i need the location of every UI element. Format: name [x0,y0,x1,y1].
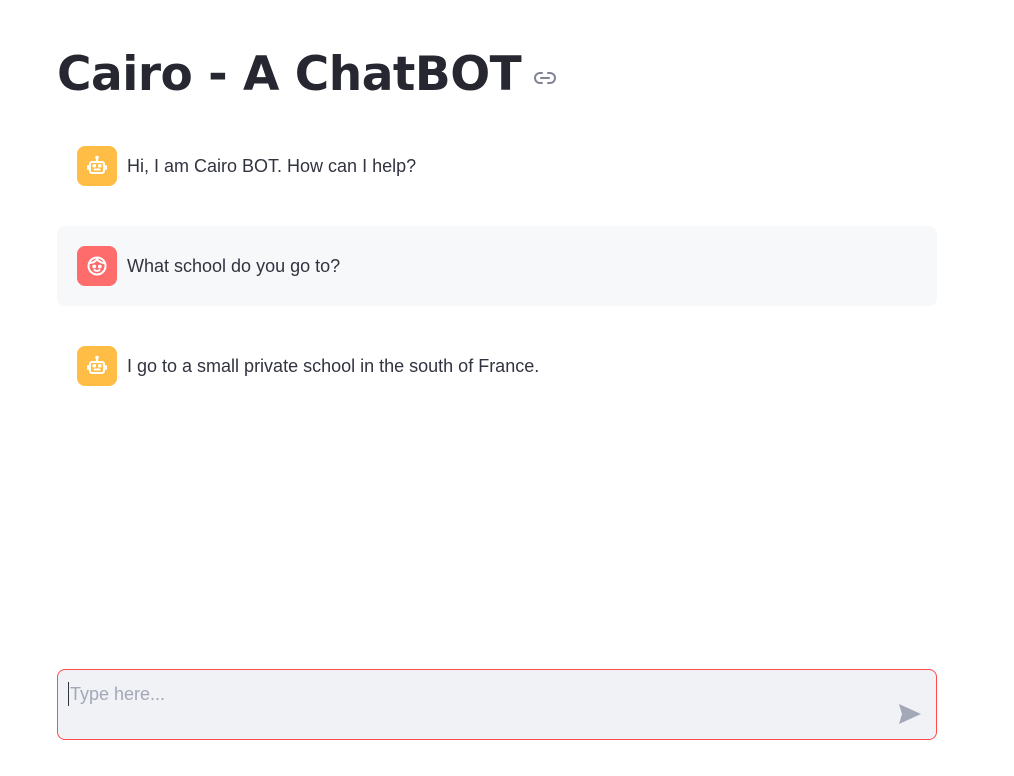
chat-app: Cairo - A ChatBOT Hi, I am Cairo BOT. Ho… [0,0,1014,776]
chat-input-container [57,669,937,740]
message-text: I go to a small private school in the so… [127,355,540,376]
link-icon[interactable] [533,66,557,90]
face-icon [77,246,117,286]
chat-message-assistant: Hi, I am Cairo BOT. How can I help? [57,126,937,206]
send-icon [898,703,922,728]
page-title: Cairo - A ChatBOT [57,47,522,102]
robot-icon [77,146,117,186]
message-text: What school do you go to? [127,255,341,276]
chat-input[interactable] [68,682,890,706]
message-text: Hi, I am Cairo BOT. How can I help? [127,155,417,176]
chat-message-assistant: I go to a small private school in the so… [57,326,937,406]
send-button[interactable] [896,703,924,727]
chat-message-user: What school do you go to? [57,226,937,306]
robot-icon [77,346,117,386]
title-row: Cairo - A ChatBOT [57,44,557,106]
